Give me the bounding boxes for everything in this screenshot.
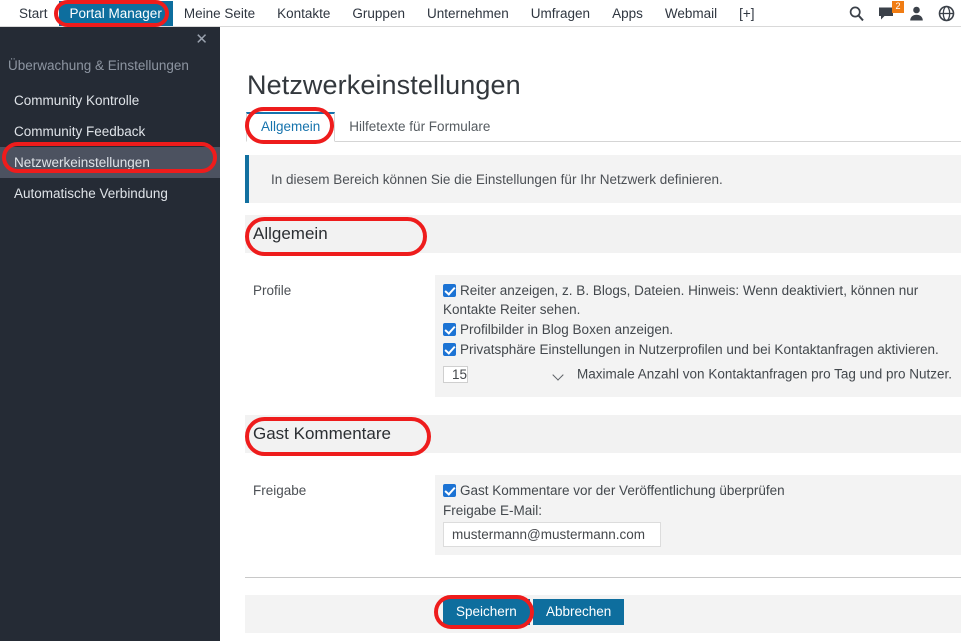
- form-label-profile: Profile: [253, 283, 292, 298]
- form-value-profile: Reiter anzeigen, z. B. Blogs, Dateien. H…: [435, 275, 961, 397]
- top-navigation-icons: 2: [848, 0, 955, 27]
- section-title-gast-kommentare: Gast Kommentare: [253, 424, 391, 443]
- nav-item-webmail[interactable]: Webmail: [654, 1, 728, 26]
- sidebar-item-community-kontrolle[interactable]: Community Kontrolle: [0, 85, 220, 116]
- messages-badge: 2: [892, 1, 904, 13]
- sidebar-heading: Überwachung & Einstellungen: [8, 58, 189, 73]
- nav-item-portal-manager[interactable]: Portal Manager: [58, 0, 173, 26]
- top-navigation-bar: Start Portal Manager Meine Seite Kontakt…: [0, 0, 961, 27]
- save-button[interactable]: Speichern: [443, 599, 530, 625]
- tab-allgemein[interactable]: Allgemein: [246, 112, 336, 142]
- page-title: Netzwerkeinstellungen: [247, 70, 521, 101]
- sidebar-item-automatische-verbindung[interactable]: Automatische Verbindung: [0, 178, 220, 209]
- sidebar: ✕ Überwachung & Einstellungen Community …: [0, 27, 220, 641]
- freigabe-email-input[interactable]: mustermann@mustermann.com: [443, 522, 661, 547]
- form-value-freigabe: Gast Kommentare vor der Veröffentlichung…: [435, 475, 961, 555]
- sidebar-list: Community Kontrolle Community Feedback N…: [0, 85, 220, 209]
- form-label-freigabe: Freigabe: [253, 483, 307, 498]
- checkbox-row-gast-kommentare-pruefen[interactable]: Gast Kommentare vor der Veröffentlichung…: [443, 481, 961, 500]
- checkbox-checked-icon[interactable]: [443, 323, 456, 336]
- user-icon[interactable]: [908, 5, 925, 22]
- info-box-text: In diesem Bereich können Sie die Einstel…: [271, 171, 723, 187]
- nav-item-add-more[interactable]: [+]: [728, 1, 765, 26]
- messages-icon[interactable]: 2: [878, 1, 904, 22]
- main-content: Netzwerkeinstellungen Allgemein Hilfetex…: [220, 27, 961, 641]
- tab-hilfetexte-fuer-formulare[interactable]: Hilfetexte für Formulare: [335, 113, 504, 141]
- checkbox-row-profilbilder[interactable]: Profilbilder in Blog Boxen anzeigen.: [443, 320, 961, 339]
- nav-item-start[interactable]: Start: [8, 1, 59, 26]
- nav-item-gruppen[interactable]: Gruppen: [341, 1, 416, 26]
- checkbox-checked-icon[interactable]: [443, 284, 456, 297]
- cancel-button[interactable]: Abbrechen: [533, 599, 625, 625]
- chevron-down-icon: [552, 369, 564, 381]
- freigabe-email-label: Freigabe E-Mail:: [443, 503, 543, 518]
- nav-item-unternehmen[interactable]: Unternehmen: [416, 1, 520, 26]
- sidebar-item-community-feedback[interactable]: Community Feedback: [0, 116, 220, 147]
- max-kontaktanfragen-select[interactable]: 15: [443, 363, 571, 388]
- checkbox-checked-icon[interactable]: [443, 484, 456, 497]
- nav-item-umfragen[interactable]: Umfragen: [520, 1, 601, 26]
- section-header-allgemein: Allgemein: [245, 215, 961, 253]
- footer-divider: [245, 577, 961, 578]
- section-title-allgemein: Allgemein: [253, 224, 328, 243]
- checkbox-label-reiter-anzeigen: Reiter anzeigen, z. B. Blogs, Dateien. H…: [443, 283, 919, 317]
- globe-icon[interactable]: [938, 5, 955, 22]
- max-kontaktanfragen-select-value: 15: [443, 366, 469, 383]
- info-box: In diesem Bereich können Sie die Einstel…: [245, 155, 961, 203]
- search-icon[interactable]: [848, 5, 865, 22]
- checkbox-checked-icon[interactable]: [443, 343, 456, 356]
- checkbox-label-gast-kommentare-pruefen: Gast Kommentare vor der Veröffentlichung…: [460, 483, 785, 498]
- max-kontaktanfragen-caption: Maximale Anzahl von Kontaktanfragen pro …: [577, 366, 952, 382]
- sidebar-item-netzwerkeinstellungen[interactable]: Netzwerkeinstellungen: [0, 147, 220, 178]
- close-icon[interactable]: ✕: [195, 31, 208, 49]
- checkbox-label-profilbilder: Profilbilder in Blog Boxen anzeigen.: [460, 322, 674, 337]
- checkbox-label-privatsphaere: Privatsphäre Einstellungen in Nutzerprof…: [460, 342, 939, 357]
- max-kontaktanfragen-row: 15 Maximale Anzahl von Kontaktanfragen p…: [443, 360, 961, 388]
- section-header-gast-kommentare: Gast Kommentare: [245, 415, 961, 453]
- checkbox-row-privatsphaere[interactable]: Privatsphäre Einstellungen in Nutzerprof…: [443, 340, 961, 359]
- tab-bar: Allgemein Hilfetexte für Formulare: [246, 111, 961, 142]
- nav-item-kontakte[interactable]: Kontakte: [266, 1, 341, 26]
- checkbox-row-reiter-anzeigen[interactable]: Reiter anzeigen, z. B. Blogs, Dateien. H…: [443, 281, 961, 319]
- nav-item-meine-seite[interactable]: Meine Seite: [173, 1, 266, 26]
- nav-item-apps[interactable]: Apps: [601, 1, 654, 26]
